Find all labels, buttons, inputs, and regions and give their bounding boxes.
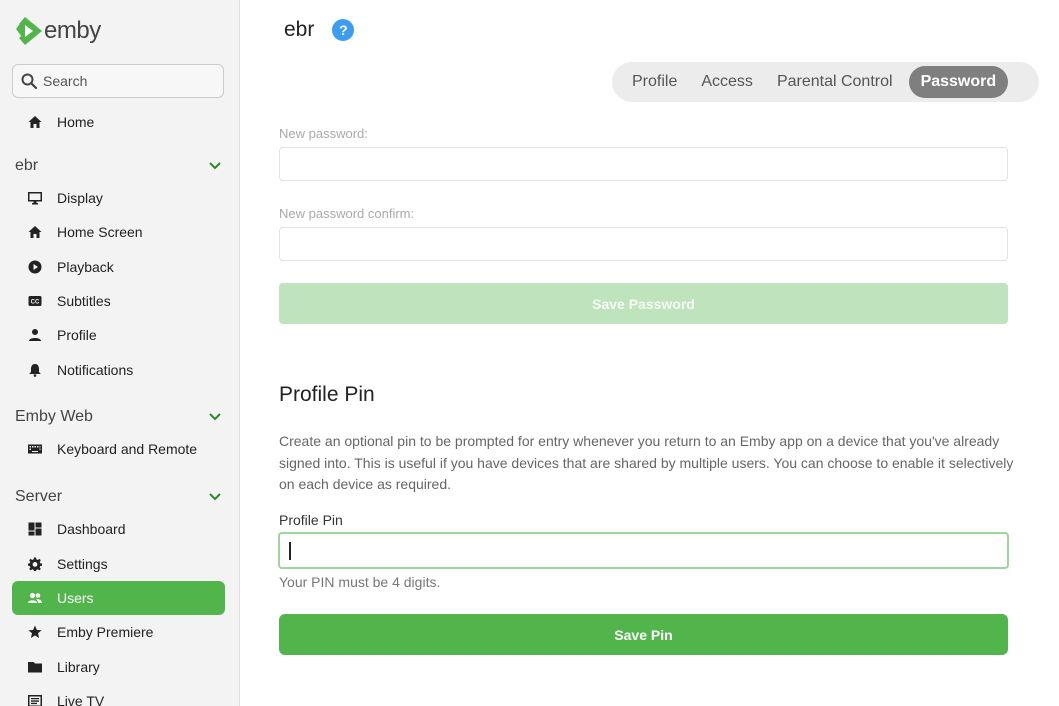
sidebar-item-label: Notifications — [57, 362, 134, 378]
emby-logo-icon — [16, 17, 42, 45]
monitor-icon — [28, 191, 42, 205]
profile-pin-heading: Profile Pin — [279, 383, 375, 406]
profile-pin-description: Create an optional pin to be prompted fo… — [279, 433, 1014, 492]
tab-access[interactable]: Access — [689, 66, 765, 98]
dashboard-icon — [28, 522, 42, 536]
tab-password[interactable]: Password — [908, 66, 1009, 98]
sidebar-item-settings[interactable]: Settings — [12, 547, 225, 581]
sidebar-item-label: Emby Premiere — [57, 624, 154, 640]
sidebar: emby Home ebr Display Home Screen Playba… — [0, 0, 240, 706]
search-input[interactable] — [43, 73, 213, 89]
profile-pin-label: Profile Pin — [279, 512, 343, 528]
sidebar-item-dashboard[interactable]: Dashboard — [12, 512, 225, 546]
sidebar-item-label: Subtitles — [57, 293, 111, 309]
section-header-ebr[interactable]: ebr — [15, 154, 225, 178]
tab-profile[interactable]: Profile — [620, 66, 689, 98]
confirm-password-label: New password confirm: — [279, 206, 415, 221]
new-password-label: New password: — [279, 126, 368, 141]
sidebar-item-label: Keyboard and Remote — [57, 441, 198, 457]
closed-caption-icon: CC — [28, 294, 42, 308]
profile-pin-field[interactable] — [278, 532, 1009, 569]
page-title: ebr — [284, 18, 315, 41]
people-icon — [28, 591, 42, 605]
sidebar-item-profile[interactable]: Profile — [12, 318, 225, 352]
chevron-down-icon — [209, 162, 221, 170]
main-content: ebr ? Profile Access Parental Control Pa… — [240, 0, 1059, 706]
star-icon — [28, 625, 42, 639]
section-header-emby-web[interactable]: Emby Web — [15, 405, 225, 429]
profile-pin-hint: Your PIN must be 4 digits. — [279, 574, 441, 590]
sidebar-item-label: Library — [57, 659, 100, 675]
sidebar-item-label: Playback — [57, 259, 114, 275]
user-tabs: Profile Access Parental Control Password — [612, 62, 1039, 102]
sidebar-item-subtitles[interactable]: CC Subtitles — [12, 284, 225, 318]
chevron-down-icon — [209, 413, 221, 421]
sidebar-item-label: Home — [57, 114, 95, 130]
sidebar-item-emby-premiere[interactable]: Emby Premiere — [12, 615, 225, 649]
brand-name: emby — [44, 17, 101, 44]
folder-icon — [28, 660, 42, 674]
sidebar-item-keyboard-and-remote[interactable]: Keyboard and Remote — [12, 432, 225, 466]
sidebar-item-label: Live TV — [57, 693, 105, 706]
sidebar-item-playback[interactable]: Playback — [12, 250, 225, 284]
help-icon[interactable]: ? — [332, 19, 355, 41]
sidebar-item-label: Users — [57, 590, 94, 606]
search-box[interactable] — [12, 64, 224, 98]
sidebar-item-live-tv[interactable]: Live TV — [12, 684, 225, 706]
save-password-button[interactable]: Save Password — [279, 283, 1008, 324]
person-icon — [28, 328, 42, 342]
sidebar-item-label: Dashboard — [57, 521, 126, 537]
text-caret — [289, 542, 291, 560]
section-title: Server — [15, 488, 63, 505]
sidebar-item-home[interactable]: Home — [12, 105, 225, 139]
sidebar-item-label: Display — [57, 190, 103, 206]
section-header-server[interactable]: Server — [15, 485, 225, 509]
sidebar-item-label: Profile — [57, 327, 97, 343]
sidebar-item-library[interactable]: Library — [12, 650, 225, 684]
home-icon — [28, 225, 42, 239]
gear-icon — [28, 557, 42, 571]
confirm-password-field[interactable] — [279, 227, 1008, 261]
save-pin-button[interactable]: Save Pin — [279, 614, 1008, 655]
tv-guide-icon — [28, 694, 42, 706]
tab-parental-control[interactable]: Parental Control — [765, 66, 905, 98]
sidebar-item-display[interactable]: Display — [12, 181, 225, 215]
search-icon — [21, 73, 37, 89]
chevron-down-icon — [209, 493, 221, 501]
page-header: ebr ? — [284, 18, 355, 42]
bell-icon — [28, 363, 42, 377]
sidebar-item-label: Home Screen — [57, 224, 143, 240]
new-password-field[interactable] — [279, 147, 1008, 181]
svg-text:CC: CC — [31, 300, 40, 306]
sidebar-item-users[interactable]: Users — [12, 581, 225, 615]
section-title: ebr — [15, 157, 39, 174]
sidebar-item-notifications[interactable]: Notifications — [12, 353, 225, 387]
keyboard-icon — [28, 442, 42, 456]
sidebar-item-home-screen[interactable]: Home Screen — [12, 215, 225, 249]
home-icon — [28, 115, 42, 129]
emby-logo[interactable]: emby — [15, 16, 101, 46]
sidebar-item-label: Settings — [57, 556, 108, 572]
section-title: Emby Web — [15, 408, 93, 425]
play-circle-icon — [28, 260, 42, 274]
